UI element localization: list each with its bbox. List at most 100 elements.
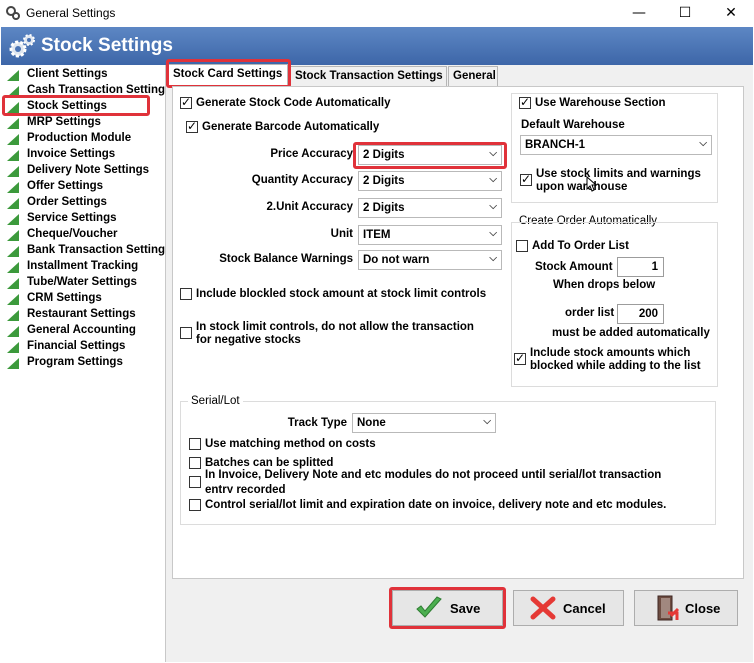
sidebar-item-label: Client Settings (27, 68, 108, 80)
chevron-down-icon: ⌵ (489, 253, 497, 264)
include-blocked-amounts-checkbox[interactable] (514, 351, 526, 365)
include-blocked-amounts-label-1: Include stock amounts which (530, 347, 691, 359)
sidebar-item-label: Installment Tracking (27, 260, 139, 272)
must-add-label: must be added automatically (552, 327, 710, 339)
use-stock-limits-checkbox[interactable] (520, 172, 532, 186)
tab-label: General (453, 70, 496, 82)
add-to-order-list-label: Add To Order List (532, 240, 629, 252)
include-blocked-label: Include blockled stock amount at stock l… (196, 288, 487, 300)
select-value: BRANCH-1 (525, 139, 586, 151)
price-accuracy-label: Price Accuracy (270, 148, 353, 160)
track-type-select[interactable]: None ⌵ (352, 413, 496, 433)
matching-method-checkbox[interactable] (189, 438, 201, 450)
control-serial-checkbox[interactable] (189, 499, 201, 511)
page-title: Stock Settings (41, 35, 173, 56)
sidebar-item-label: CRM Settings (27, 292, 102, 304)
default-warehouse-label: Default Warehouse (521, 119, 625, 131)
stock-settings-highlight (2, 95, 150, 116)
sidebar-item-label: MRP Settings (27, 116, 101, 128)
batches-splitted-label: Batches can be splitted (205, 457, 334, 469)
matching-method-label: Use matching method on costs (205, 438, 376, 450)
tab-label: Stock Transaction Settings (295, 70, 443, 82)
input-value: 200 (638, 308, 658, 320)
app-icon (6, 6, 20, 20)
invoice-serial-label-2-clip: entry recorded (205, 482, 286, 493)
include-blocked-amounts-label-2: blocked while adding to the list (530, 360, 701, 372)
tree-leaf-icon (7, 246, 19, 257)
unit-select[interactable]: ITEM ⌵ (358, 225, 502, 245)
mouse-cursor-icon (586, 176, 598, 192)
sidebar-item-label: Restaurant Settings (27, 308, 136, 320)
sidebar-item-label: Bank Transaction Settings (27, 244, 166, 256)
tree-leaf-icon (7, 182, 19, 193)
cancel-button-label: Cancel (563, 601, 606, 616)
quantity-accuracy-select[interactable]: 2 Digits ⌵ (358, 171, 502, 191)
order-list-input[interactable]: 200 (617, 304, 664, 324)
tree-leaf-icon (7, 326, 19, 337)
tree-leaf-icon (7, 278, 19, 289)
select-value: 2 Digits (363, 175, 405, 187)
stock-amount-label: Stock Amount (535, 261, 613, 273)
sidebar-item-label: Cheque/Voucher (27, 228, 118, 240)
no-negative-label-2: for negative stocks (196, 334, 301, 346)
quantity-accuracy-label: Quantity Accuracy (251, 174, 353, 186)
batches-splitted-checkbox[interactable] (189, 457, 201, 469)
invoice-serial-label-2: entry recorded (205, 484, 286, 493)
sidebar-item-label: Service Settings (27, 212, 117, 224)
tree-leaf-icon (7, 118, 19, 129)
maximize-button[interactable]: ☐ (662, 0, 708, 27)
include-blocked-checkbox[interactable] (180, 288, 192, 300)
use-stock-limits-label-2: upon warehouse (536, 181, 628, 193)
track-type-label: Track Type (287, 417, 347, 429)
stock-balance-label: Stock Balance Warnings (219, 253, 353, 265)
default-warehouse-select[interactable]: BRANCH-1 ⌵ (520, 135, 712, 155)
minimize-button[interactable]: — (616, 0, 662, 27)
tree-leaf-icon (7, 70, 19, 81)
close-window-button[interactable]: ✕ (708, 0, 754, 27)
close-button[interactable]: Close (634, 590, 738, 626)
title-bar: General Settings — ☐ ✕ (0, 0, 754, 27)
cross-icon (530, 596, 556, 620)
stock-amount-input[interactable]: 1 (617, 257, 664, 277)
order-list-label: order list (565, 307, 615, 319)
select-value: None (357, 417, 386, 429)
chevron-down-icon: ⌵ (483, 416, 491, 427)
tree-leaf-icon (7, 230, 19, 241)
door-exit-icon (657, 595, 680, 621)
no-negative-stock-checkbox[interactable] (180, 327, 192, 339)
sidebar-item-label: Delivery Note Settings (27, 164, 150, 176)
unit-label: Unit (330, 228, 353, 240)
stock-balance-select[interactable]: Do not warn ⌵ (358, 250, 502, 270)
tree-leaf-icon (7, 134, 19, 145)
settings-sidebar: Client Settings Cash Transaction Setting… (1, 65, 166, 662)
generate-stock-code-checkbox[interactable] (180, 95, 192, 109)
chevron-down-icon: ⌵ (489, 201, 497, 212)
generate-barcode-checkbox[interactable] (186, 119, 198, 133)
input-value: 1 (651, 261, 658, 273)
sidebar-item-label: Tube/Water Settings (27, 276, 137, 288)
use-stock-limits-label-1: Use stock limits and warnings (536, 168, 701, 180)
window-edge (744, 586, 753, 662)
use-warehouse-checkbox[interactable] (519, 95, 531, 109)
unit2-accuracy-label: 2.Unit Accuracy (266, 201, 354, 213)
save-button-highlight (389, 587, 506, 629)
sidebar-item-label: Financial Settings (27, 340, 126, 352)
window-title: General Settings (26, 6, 116, 20)
cancel-button[interactable]: Cancel (513, 590, 624, 626)
invoice-serial-checkbox[interactable] (189, 476, 201, 488)
gears-icon (9, 34, 35, 58)
tree-leaf-icon (7, 342, 19, 353)
tree-leaf-icon (7, 310, 19, 321)
tree-leaf-icon (7, 294, 19, 305)
sidebar-item-label: General Accounting (27, 324, 136, 336)
close-button-label: Close (685, 601, 721, 616)
unit2-accuracy-select[interactable]: 2 Digits ⌵ (358, 198, 502, 218)
select-value: Do not warn (363, 254, 430, 266)
control-serial-label: Control serial/lot limit and expiration … (205, 499, 667, 511)
select-value: 2 Digits (363, 202, 405, 214)
tree-leaf-icon (7, 150, 19, 161)
tab-stock-transaction[interactable]: Stock Transaction Settings (290, 66, 447, 87)
add-to-order-list-checkbox[interactable] (516, 240, 528, 252)
tree-leaf-icon (7, 262, 19, 273)
tab-general[interactable]: General (448, 66, 498, 87)
